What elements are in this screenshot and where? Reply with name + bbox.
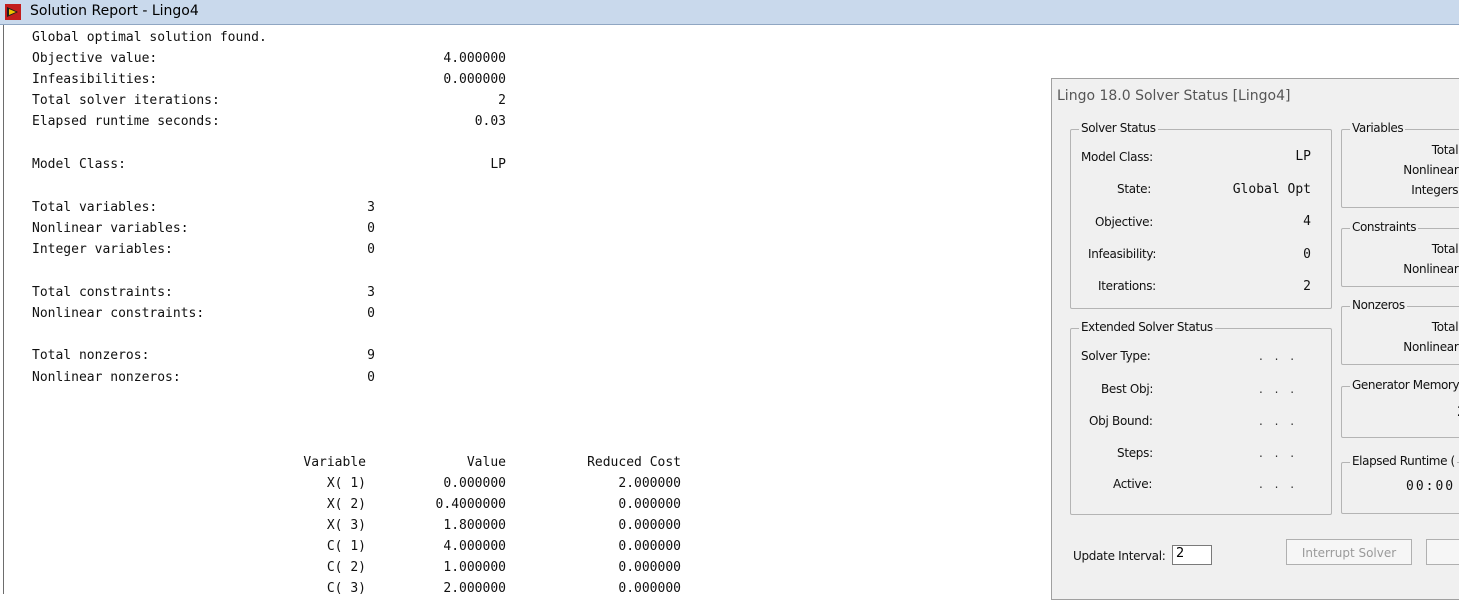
solver-type-value: . . . [1259, 349, 1299, 363]
table-cell-variable: C( 2) [326, 560, 366, 575]
solver-type-label: Solver Type: [1081, 349, 1151, 363]
report-line: Integer variables: [32, 242, 173, 257]
table-cell-variable: C( 3) [326, 581, 366, 596]
nonzeros-nonlinear-label: Nonlinear: [1403, 340, 1459, 354]
nonlinear-variables-value: 0 [367, 221, 375, 236]
active-value: . . . [1259, 477, 1299, 491]
group-legend: Extended Solver Status [1079, 320, 1215, 334]
variables-integers-label: Integers: [1411, 183, 1459, 197]
table-cell-value: 2.000000 [443, 581, 506, 596]
best-obj-value: . . . [1259, 382, 1299, 396]
model-class-value: LP [490, 157, 506, 172]
total-nonzeros-value: 9 [367, 348, 375, 363]
obj-bound-label: Obj Bound: [1089, 414, 1153, 428]
report-line: Elapsed runtime seconds: [32, 114, 220, 129]
iterations-value: 2 [1303, 279, 1311, 294]
group-legend: Generator Memory [1350, 378, 1459, 392]
title-bar[interactable]: Solution Report - Lingo4 [0, 0, 1459, 25]
obj-bound-value: . . . [1259, 414, 1299, 428]
lingo-app-icon [5, 4, 21, 20]
group-legend: Variables [1350, 121, 1406, 135]
group-legend: Elapsed Runtime ( [1350, 454, 1457, 468]
close-button[interactable] [1426, 539, 1459, 565]
table-cell-value: 0.4000000 [435, 497, 506, 512]
table-cell-reduced-cost: 0.000000 [618, 581, 681, 596]
table-cell-reduced-cost: 2.000000 [618, 476, 681, 491]
table-cell-reduced-cost: 0.000000 [618, 518, 681, 533]
report-line: Total nonzeros: [32, 348, 150, 363]
table-cell-variable: X( 2) [326, 497, 366, 512]
report-line: Total variables: [32, 200, 158, 215]
report-line: Nonlinear constraints: [32, 306, 205, 321]
table-cell-value: 0.000000 [443, 476, 506, 491]
report-line: Model Class: [32, 157, 126, 172]
infeasibility-label: Infeasibility: [1088, 247, 1157, 261]
iterations-value: 2 [498, 93, 506, 108]
report-line: Global optimal solution found. [32, 30, 267, 45]
infeasibility-value: 0 [1303, 247, 1311, 262]
total-constraints-value: 3 [367, 285, 375, 300]
solver-status-group: Solver Status Model Class: LP State: Glo… [1070, 121, 1332, 309]
report-line: Nonlinear variables: [32, 221, 189, 236]
constraints-total-label: Total: [1431, 242, 1459, 256]
best-obj-label: Best Obj: [1101, 382, 1154, 396]
constraints-nonlinear-label: Nonlinear: [1403, 262, 1459, 276]
table-cell-variable: X( 3) [326, 518, 366, 533]
table-cell-reduced-cost: 0.000000 [618, 560, 681, 575]
extended-solver-status-group: Extended Solver Status Solver Type: . . … [1070, 320, 1332, 515]
nonzeros-total-label: Total: [1431, 320, 1459, 334]
table-header-reduced-cost: Reduced Cost [587, 455, 681, 470]
constraints-group: Constraints Total: Nonlinear: [1341, 220, 1459, 287]
infeasibilities-value: 0.000000 [443, 72, 506, 87]
elapsed-runtime-value: 00:00 [1406, 479, 1456, 494]
report-line: Total solver iterations: [32, 93, 220, 108]
report-line: Total constraints: [32, 285, 173, 300]
runtime-value: 0.03 [474, 114, 506, 129]
interrupt-solver-button[interactable]: Interrupt Solver [1286, 539, 1412, 565]
nonzeros-group: Nonzeros Total: Nonlinear: [1341, 298, 1459, 365]
window-title: Solution Report - Lingo4 [30, 3, 199, 19]
report-line: Objective value: [32, 51, 158, 66]
variables-total-label: Total: [1431, 143, 1459, 157]
integer-variables-value: 0 [367, 242, 375, 257]
group-legend: Nonzeros [1350, 298, 1407, 312]
objective-label: Objective: [1095, 215, 1153, 229]
table-header-value: Value [466, 455, 506, 470]
objective-value: 4.000000 [443, 51, 506, 66]
nonlinear-nonzeros-value: 0 [367, 370, 375, 385]
solver-status-dialog[interactable]: Lingo 18.0 Solver Status [Lingo4] Solver… [1051, 78, 1459, 600]
table-cell-reduced-cost: 0.000000 [618, 539, 681, 554]
model-class-value: LP [1295, 149, 1311, 164]
table-cell-variable: C( 1) [326, 539, 366, 554]
table-cell-value: 1.800000 [443, 518, 506, 533]
variables-group: Variables Total: Nonlinear: Integers: [1341, 121, 1459, 208]
state-label: State: [1117, 182, 1152, 196]
table-header-variable: Variable [303, 455, 366, 470]
total-variables-value: 3 [367, 200, 375, 215]
steps-label: Steps: [1117, 446, 1153, 460]
table-cell-value: 1.000000 [443, 560, 506, 575]
generator-memory-group: Generator Memory 2 [1341, 378, 1459, 438]
state-value: Global Opt [1232, 182, 1311, 197]
table-cell-reduced-cost: 0.000000 [618, 497, 681, 512]
table-cell-variable: X( 1) [326, 476, 366, 491]
variables-nonlinear-label: Nonlinear: [1403, 163, 1459, 177]
objective-value: 4 [1303, 214, 1311, 229]
group-legend: Solver Status [1079, 121, 1158, 135]
elapsed-runtime-group: Elapsed Runtime ( 00:00 [1341, 454, 1459, 514]
report-line: Infeasibilities: [32, 72, 158, 87]
iterations-label: Iterations: [1098, 279, 1156, 293]
active-label: Active: [1113, 477, 1153, 491]
table-cell-value: 4.000000 [443, 539, 506, 554]
update-interval-label: Update Interval: [1073, 549, 1166, 563]
update-interval-input[interactable]: 2 [1172, 545, 1212, 565]
dialog-title: Lingo 18.0 Solver Status [Lingo4] [1057, 88, 1291, 104]
steps-value: . . . [1259, 446, 1299, 460]
group-legend: Constraints [1350, 220, 1419, 234]
model-class-label: Model Class: [1081, 150, 1153, 164]
report-line: Nonlinear nonzeros: [32, 370, 181, 385]
nonlinear-constraints-value: 0 [367, 306, 375, 321]
